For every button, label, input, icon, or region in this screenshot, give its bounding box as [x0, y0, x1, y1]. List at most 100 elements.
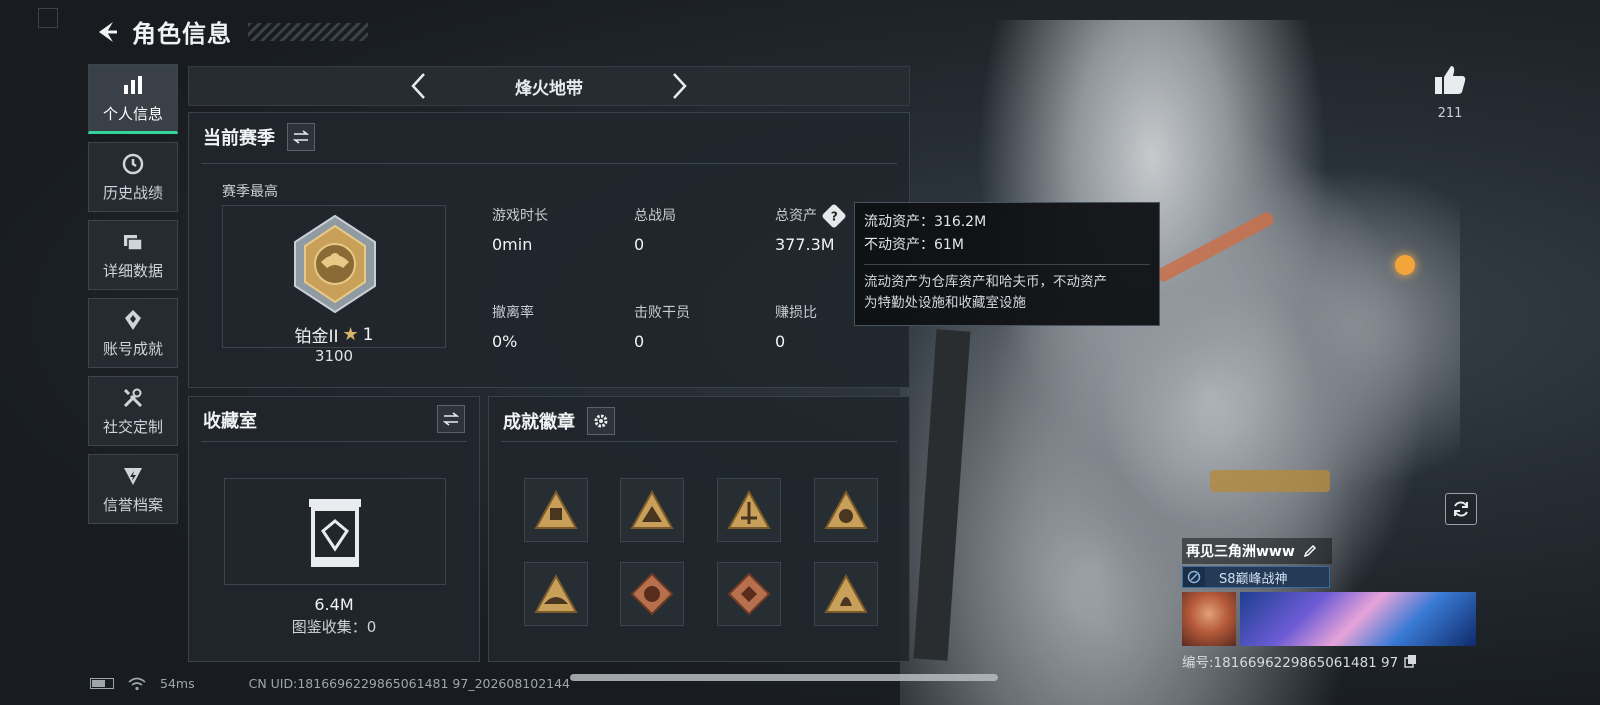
edit-icon[interactable]: [1303, 544, 1317, 558]
tooltip-liquid-assets: 流动资产：316.2M: [864, 214, 987, 230]
badge-diamond-icon: [630, 572, 674, 616]
achievement-badge[interactable]: [620, 562, 684, 626]
stat-label: 撤离率: [492, 305, 534, 321]
stat-kills: 击败干员 0: [634, 302, 690, 351]
likes-count: 211: [1437, 106, 1463, 121]
bar-chart-icon: [124, 75, 142, 94]
player-title: S8巅峰战神: [1219, 571, 1288, 587]
tools-icon: [123, 388, 143, 407]
player-id-row: 编号:1816696229865061481 97: [1182, 651, 1478, 671]
divider: [201, 163, 897, 164]
badge-triangle-icon: [534, 490, 578, 529]
drone-eye: [1395, 255, 1415, 275]
likes[interactable]: 211: [1430, 64, 1470, 121]
title-emblem-icon: [1183, 567, 1205, 587]
badge-settings-button[interactable]: [587, 407, 615, 435]
sidebar-item-details[interactable]: 详细数据: [88, 220, 178, 290]
player-images: [1182, 592, 1478, 646]
chevron-left-icon[interactable]: [404, 71, 434, 101]
achievement-badge[interactable]: [524, 478, 588, 542]
title-decoration: [248, 22, 368, 41]
badges-title: 成就徽章: [503, 412, 575, 433]
help-icon[interactable]: ?: [821, 203, 847, 229]
swap-icon: [293, 130, 309, 144]
stat-label: 总战局: [634, 208, 676, 224]
stat-label: 总资产?: [775, 203, 847, 229]
page-header: 角色信息: [92, 14, 368, 49]
badge-triangle-icon: [630, 490, 674, 529]
season-title: 当前赛季: [203, 128, 275, 149]
swap-icon: [443, 412, 459, 426]
rank-score: 3100: [314, 347, 354, 365]
badge-triangle-icon: [824, 574, 868, 613]
chevron-right-icon[interactable]: [664, 71, 694, 101]
stat-profit-ratio: 赚损比 0: [775, 302, 817, 351]
player-id: 编号:1816696229865061481 97: [1182, 655, 1399, 671]
sidebar-item-label: 个人信息: [102, 104, 163, 123]
player-name: 再见三角洲www: [1186, 544, 1295, 560]
badges-header: 成就徽章: [503, 407, 615, 435]
achievement-badge[interactable]: [814, 478, 878, 542]
star-icon: ★: [342, 324, 359, 345]
stat-value: 377.3M: [775, 235, 835, 254]
refresh-button[interactable]: [1445, 493, 1477, 525]
rank-name-row: 铂金II ★ 1: [222, 322, 446, 347]
mode-title: 烽火地带: [515, 78, 583, 99]
wifi-icon: [128, 677, 146, 690]
achievement-icon: [125, 309, 141, 330]
stat-label: 游戏时长: [492, 208, 548, 224]
character-belt: [1210, 470, 1330, 492]
page-title: 角色信息: [132, 20, 232, 48]
assets-tooltip: 流动资产：316.2M 不动资产：61M 流动资产为仓库资产和哈夫币，不动资产 …: [854, 202, 1160, 326]
thumbs-up-icon: [1435, 66, 1466, 94]
tooltip-fixed-assets: 不动资产：61M: [864, 237, 964, 253]
collection-value: 6.4M: [314, 595, 354, 614]
sidebar-item-credit[interactable]: 信誉档案: [88, 454, 178, 524]
collection-header: 收藏室: [203, 407, 257, 433]
stat-value: 0%: [492, 332, 518, 351]
sidebar-item-label: 账号成就: [102, 339, 163, 358]
badge-triangle-icon: [727, 490, 771, 529]
achievement-badge[interactable]: [717, 478, 781, 542]
folder-icon: [124, 234, 143, 251]
vault-icon: [309, 498, 361, 567]
back-arrow-icon[interactable]: [92, 17, 122, 47]
collection-count: 图鉴收集：0: [291, 618, 377, 636]
achievement-badge[interactable]: [814, 562, 878, 626]
achievement-badge[interactable]: [717, 562, 781, 626]
rank-medal-icon: [294, 214, 376, 314]
switch-season-button[interactable]: [287, 123, 315, 151]
achievement-badge[interactable]: [620, 478, 684, 542]
tooltip-divider: [864, 264, 1150, 265]
sidebar-item-personal-info[interactable]: 个人信息: [88, 64, 178, 134]
collection-vault[interactable]: [224, 478, 446, 585]
copy-icon[interactable]: [1404, 654, 1418, 668]
player-banner[interactable]: [1240, 592, 1476, 646]
sidebar-item-history[interactable]: 历史战绩: [88, 142, 178, 212]
badge-triangle-icon: [824, 490, 868, 529]
stat-play-time: 游戏时长 0min: [492, 205, 548, 254]
sidebar-item-label: 历史战绩: [102, 183, 163, 202]
stat-value: 0: [634, 235, 645, 254]
sidebar-item-social[interactable]: 社交定制: [88, 376, 178, 446]
uid-text: CN UID:1816696229865061481 97_2026081021…: [248, 676, 571, 691]
stat-extract-rate: 撤离率 0%: [492, 302, 534, 351]
switch-collection-button[interactable]: [437, 405, 465, 433]
stat-value: 0min: [492, 235, 533, 254]
ping-value: 54ms: [160, 676, 195, 691]
stat-label: 击败干员: [634, 305, 690, 321]
player-name-row: 再见三角洲www: [1182, 538, 1332, 564]
stat-total-assets: 总资产? 377.3M: [775, 203, 847, 254]
achievement-badge[interactable]: [524, 562, 588, 626]
collection-title: 收藏室: [203, 411, 257, 432]
avatar[interactable]: [1182, 592, 1236, 646]
stat-total-matches: 总战局 0: [634, 205, 676, 254]
stat-value: 0: [775, 332, 786, 351]
player-card: 再见三角洲www S8巅峰战神 编号:1816696229865061481 9…: [1182, 538, 1478, 671]
rank-name: 铂金II: [294, 327, 339, 347]
status-bar: 54ms CN UID:1816696229865061481 97_20260…: [90, 676, 570, 691]
home-indicator[interactable]: [570, 674, 998, 681]
badge-triangle-icon: [534, 574, 578, 613]
sidebar-item-achievements[interactable]: 账号成就: [88, 298, 178, 368]
battery-icon: [90, 678, 114, 689]
